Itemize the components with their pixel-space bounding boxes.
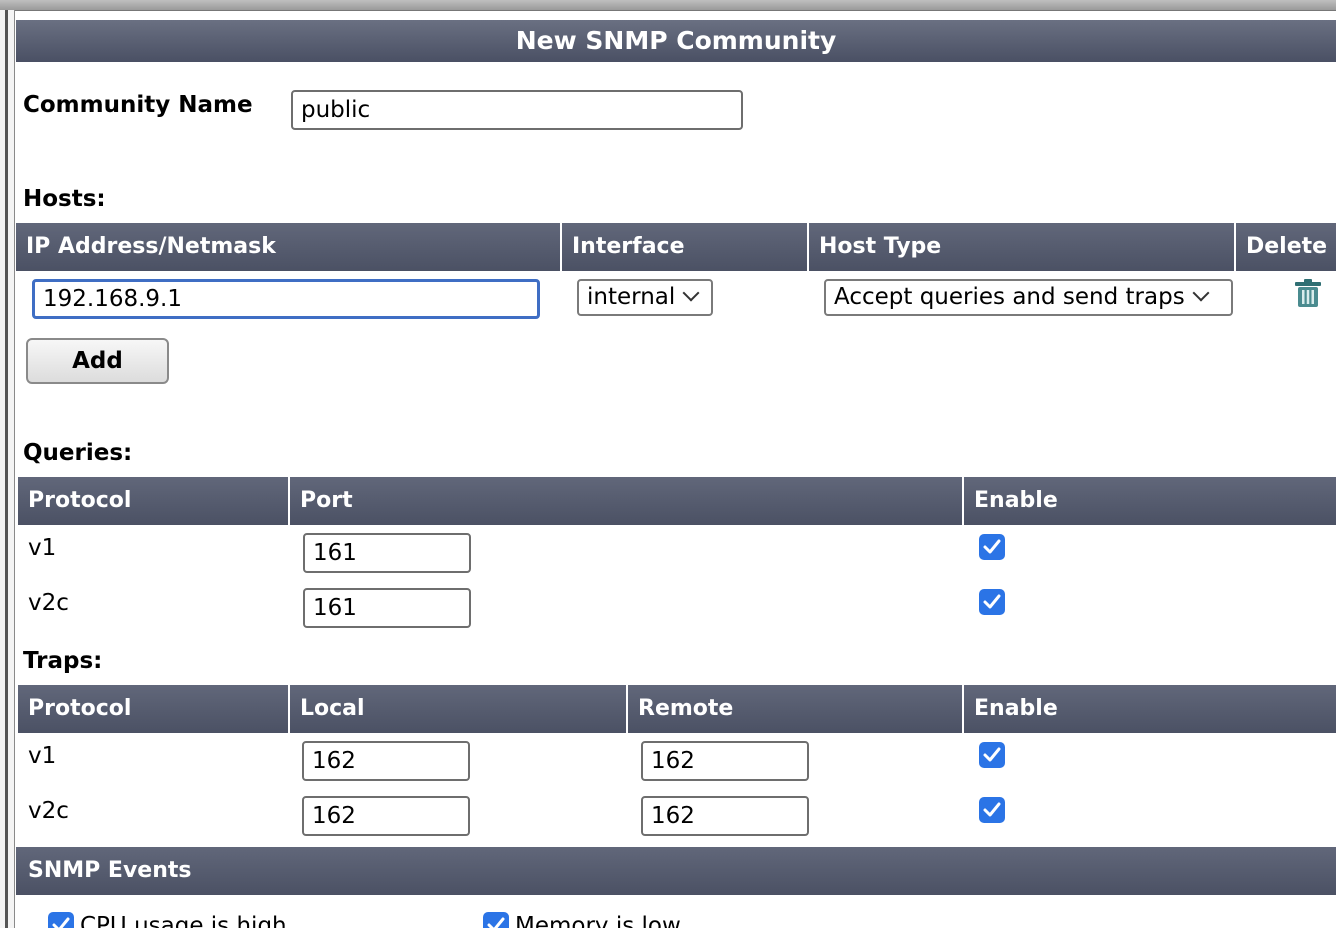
- snmp-events-header: SNMP Events: [16, 847, 1336, 895]
- queries-table-header: Protocol Port Enable: [18, 477, 1336, 525]
- dialog-title: New SNMP Community: [16, 20, 1336, 62]
- left-scroll-edge: [0, 10, 15, 928]
- trap-local-v2c-input[interactable]: 162: [302, 796, 470, 836]
- trap-remote-v1-input[interactable]: 162: [641, 741, 809, 781]
- window: New SNMP Community Community Name public…: [0, 0, 1336, 928]
- snmp-community-panel: New SNMP Community Community Name public…: [16, 20, 1336, 928]
- event-cpu-usage-high[interactable]: CPU usage is high: [48, 911, 287, 928]
- col-delete: Delete: [1236, 223, 1336, 271]
- chevron-down-icon: [1192, 284, 1210, 302]
- trap-protocol-v2c: v2c: [28, 798, 69, 824]
- traps-table-header: Protocol Local Remote Enable: [18, 685, 1336, 733]
- col-enable: Enable: [964, 685, 1336, 733]
- add-host-button[interactable]: Add: [26, 338, 169, 384]
- trap-enable-v2c-checkbox[interactable]: [979, 797, 1005, 823]
- event-cpu-checkbox[interactable]: [48, 911, 74, 928]
- event-memory-low[interactable]: Memory is low: [483, 911, 681, 928]
- interface-select-value: internal: [587, 284, 676, 310]
- traps-heading: Traps:: [23, 648, 103, 674]
- host-type-select[interactable]: Accept queries and send traps: [824, 279, 1233, 316]
- col-remote: Remote: [628, 685, 964, 733]
- event-memory-label: Memory is low: [515, 913, 681, 928]
- col-ip-address: IP Address/Netmask: [16, 223, 562, 271]
- hosts-heading: Hosts:: [23, 186, 106, 212]
- ip-address-input[interactable]: 192.168.9.1: [32, 279, 540, 319]
- query-protocol-v1: v1: [28, 535, 57, 561]
- col-local: Local: [290, 685, 628, 733]
- chevron-down-icon: [682, 284, 700, 302]
- col-enable: Enable: [964, 477, 1336, 525]
- queries-heading: Queries:: [23, 440, 133, 466]
- query-port-v2c-input[interactable]: 161: [303, 588, 471, 628]
- query-enable-v2c-checkbox[interactable]: [979, 589, 1005, 615]
- col-protocol: Protocol: [18, 477, 290, 525]
- host-type-select-value: Accept queries and send traps: [834, 284, 1185, 310]
- trap-remote-v2c-input[interactable]: 162: [641, 796, 809, 836]
- hosts-table-header: IP Address/Netmask Interface Host Type D…: [16, 223, 1336, 271]
- event-memory-checkbox[interactable]: [483, 911, 509, 928]
- query-enable-v1-checkbox[interactable]: [979, 534, 1005, 560]
- query-protocol-v2c: v2c: [28, 590, 69, 616]
- trash-icon[interactable]: [1294, 278, 1322, 312]
- col-interface: Interface: [562, 223, 809, 271]
- trap-enable-v1-checkbox[interactable]: [979, 742, 1005, 768]
- interface-select[interactable]: internal: [577, 279, 713, 316]
- col-protocol: Protocol: [18, 685, 290, 733]
- col-host-type: Host Type: [809, 223, 1236, 271]
- col-port: Port: [290, 477, 964, 525]
- query-port-v1-input[interactable]: 161: [303, 533, 471, 573]
- window-top-edge: [0, 0, 1336, 11]
- community-name-input[interactable]: public: [291, 90, 743, 130]
- trap-local-v1-input[interactable]: 162: [302, 741, 470, 781]
- event-cpu-label: CPU usage is high: [80, 913, 287, 928]
- community-name-label: Community Name: [23, 92, 253, 118]
- trap-protocol-v1: v1: [28, 743, 57, 769]
